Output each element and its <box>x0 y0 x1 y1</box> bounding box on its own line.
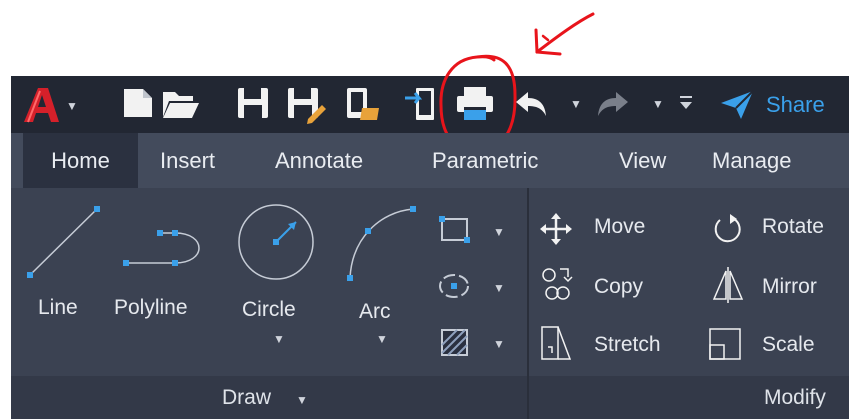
copy-button[interactable]: Copy <box>538 265 668 309</box>
tab-annotate[interactable]: Annotate <box>275 133 363 188</box>
chevron-down-icon[interactable]: ▼ <box>296 393 308 407</box>
autocad-logo-icon <box>24 88 59 123</box>
hatch-icon <box>441 329 468 356</box>
tab-view[interactable]: View <box>619 133 666 188</box>
move-button[interactable]: Move <box>538 209 668 249</box>
mirror-label: Mirror <box>762 275 817 298</box>
arc-label: Arc <box>359 300 391 323</box>
tab-parametric[interactable]: Parametric <box>432 133 538 188</box>
ribbon-tab-bar: Home Insert Annotate Parametric View Man… <box>11 133 849 188</box>
polyline-label: Polyline <box>114 296 188 319</box>
rectangle-icon <box>439 216 470 243</box>
scale-button[interactable]: Scale <box>706 323 849 367</box>
line-icon <box>27 206 100 278</box>
rotate-icon <box>714 214 741 243</box>
scale-icon <box>709 328 741 360</box>
chevron-down-icon[interactable]: ▼ <box>376 332 388 346</box>
move-icon <box>540 213 572 245</box>
application-menu-button[interactable]: ▼ <box>22 85 78 125</box>
stretch-label: Stretch <box>594 333 661 356</box>
rotate-button[interactable]: Rotate <box>710 209 849 249</box>
redo-icon[interactable] <box>596 90 630 118</box>
rectangle-button[interactable]: ▼ <box>435 213 510 249</box>
copy-icon <box>542 268 573 300</box>
circle-button[interactable]: Circle ▼ <box>230 198 325 363</box>
draw-panel-title[interactable]: Draw <box>222 386 271 410</box>
tab-label: Insert <box>160 148 216 173</box>
stretch-icon <box>541 326 572 360</box>
ellipse-button[interactable]: ▼ <box>435 269 510 305</box>
share-icon[interactable] <box>719 89 755 119</box>
scale-label: Scale <box>762 333 815 356</box>
publish-web-icon[interactable] <box>343 86 383 122</box>
new-file-icon[interactable] <box>121 86 155 120</box>
tab-manage[interactable]: Manage <box>712 133 792 188</box>
redo-dropdown-icon[interactable]: ▼ <box>652 97 664 111</box>
tab-label: View <box>619 148 667 173</box>
customize-icon[interactable] <box>678 93 694 113</box>
open-folder-icon[interactable] <box>161 87 201 121</box>
tab-label: Annotate <box>275 148 364 173</box>
chevron-down-icon: ▼ <box>493 337 505 351</box>
panel-divider <box>527 188 529 419</box>
ellipse-icon <box>439 274 469 298</box>
move-label: Move <box>594 215 646 238</box>
copy-label: Copy <box>594 275 644 298</box>
share-label[interactable]: Share <box>766 92 825 118</box>
tab-label: Home <box>51 148 110 173</box>
save-icon[interactable] <box>236 86 270 120</box>
tab-label: Manage <box>712 148 792 173</box>
rotate-label: Rotate <box>762 215 824 238</box>
tab-label: Parametric <box>432 148 539 173</box>
save-as-icon[interactable] <box>286 86 326 124</box>
tab-home[interactable]: Home <box>23 133 138 188</box>
chevron-down-icon[interactable]: ▼ <box>273 332 285 346</box>
mirror-icon <box>712 267 744 303</box>
chevron-down-icon: ▼ <box>66 99 78 113</box>
undo-icon[interactable] <box>514 90 548 118</box>
tab-insert[interactable]: Insert <box>160 133 215 188</box>
chevron-down-icon: ▼ <box>493 281 505 295</box>
hatch-button[interactable]: ▼ <box>435 325 510 361</box>
arc-icon <box>347 206 416 281</box>
line-button[interactable]: Line <box>24 198 109 328</box>
circle-label: Circle <box>242 298 296 321</box>
stretch-button[interactable]: Stretch <box>538 323 688 367</box>
chevron-down-icon: ▼ <box>493 225 505 239</box>
circle-icon <box>238 204 314 280</box>
mirror-button[interactable]: Mirror <box>710 265 849 309</box>
line-label: Line <box>38 296 78 319</box>
polyline-icon <box>123 230 200 266</box>
arc-button[interactable]: Arc ▼ <box>340 198 425 363</box>
modify-panel-title[interactable]: Modify <box>764 386 826 410</box>
polyline-button[interactable]: Polyline <box>112 198 212 328</box>
undo-dropdown-icon[interactable]: ▼ <box>570 97 582 111</box>
